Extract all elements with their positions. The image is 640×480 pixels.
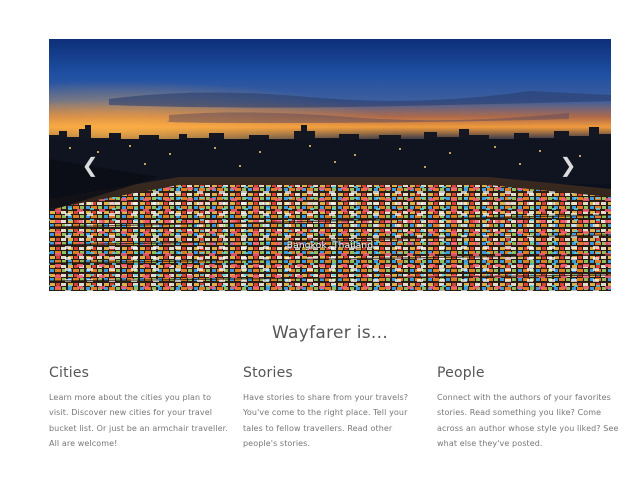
feature-stories: Stories Have stories to share from your … xyxy=(243,363,425,451)
feature-description: Learn more about the cities you plan to … xyxy=(49,393,228,448)
feature-title: Cities xyxy=(49,365,90,381)
feature-description: Have stories to share from your travels?… xyxy=(243,393,409,448)
carousel-slide-image xyxy=(49,39,611,291)
feature-description: Connect with the authors of your favorit… xyxy=(437,393,619,448)
chevron-right-icon: ❯ xyxy=(559,153,577,177)
feature-cities: Cities Learn more about the cities you p… xyxy=(49,363,231,451)
feature-people: People Connect with the authors of your … xyxy=(437,363,619,451)
chevron-left-icon: ❮ xyxy=(81,153,99,177)
page: ❮ ❯ Bangkok, Thailand Wayfarer is... Cit… xyxy=(0,0,640,480)
feature-title: People xyxy=(437,365,485,381)
image-carousel[interactable]: ❮ ❯ Bangkok, Thailand xyxy=(49,39,611,291)
carousel-next-button[interactable]: ❯ xyxy=(558,153,578,177)
section-title: Wayfarer is... xyxy=(271,323,389,343)
feature-title: Stories xyxy=(243,365,293,381)
carousel-caption: Bangkok, Thailand xyxy=(286,241,374,251)
carousel-prev-button[interactable]: ❮ xyxy=(80,153,100,177)
